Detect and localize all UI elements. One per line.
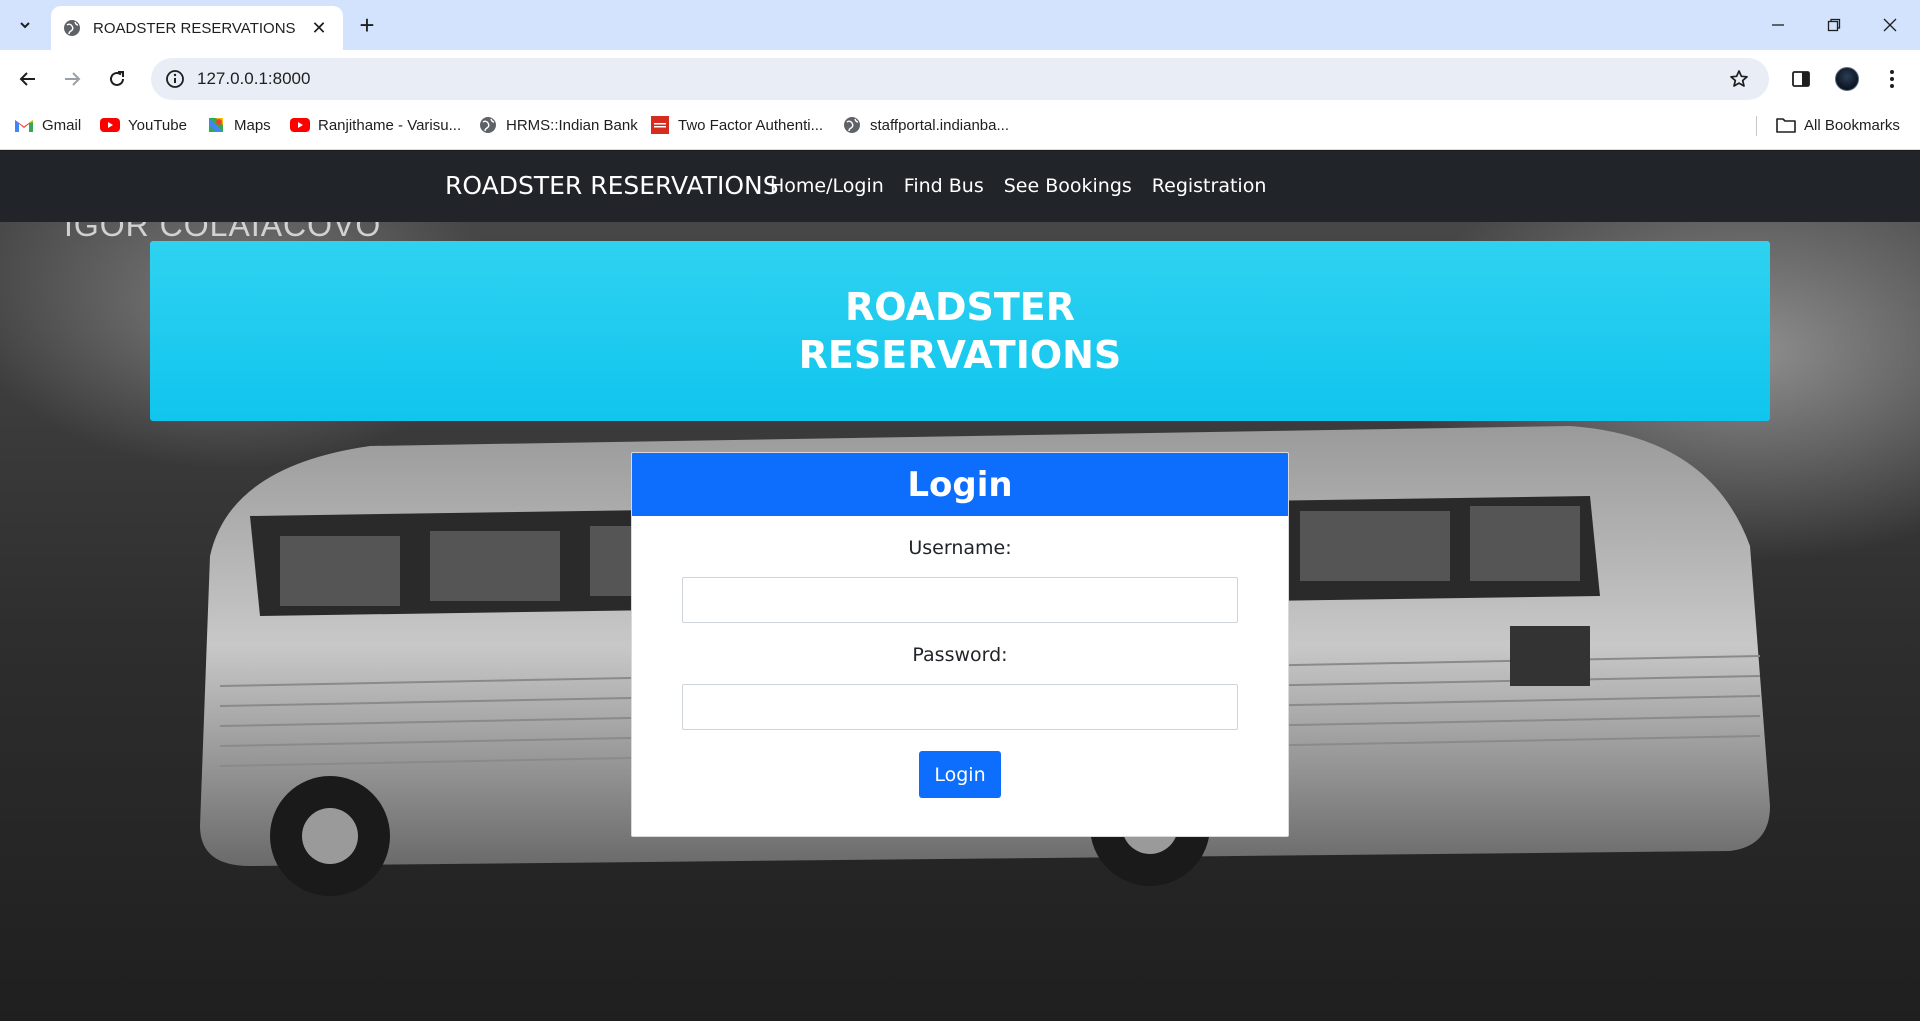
bookmark-staffportal[interactable]: staffportal.indianba... (842, 108, 1009, 142)
login-title: Login (907, 464, 1013, 505)
tab-search-button[interactable] (8, 8, 42, 42)
login-card-header: Login (632, 453, 1288, 516)
site-info-icon[interactable] (155, 58, 195, 100)
bookmark-gmail[interactable]: Gmail (14, 108, 81, 142)
red-shield-icon (650, 115, 670, 135)
site-navbar: ROADSTER RESERVATIONS Home/Login Find Bu… (0, 151, 1920, 222)
bookmark-label: staffportal.indianba... (870, 116, 1009, 134)
login-button[interactable]: Login (919, 751, 1001, 798)
back-button[interactable] (10, 61, 46, 97)
browser-tabstrip: ROADSTER RESERVATIONS ✕ + (0, 0, 1920, 50)
close-icon (1883, 18, 1897, 32)
nav-link-registration[interactable]: Registration (1152, 175, 1267, 197)
restore-button[interactable] (1806, 0, 1862, 50)
youtube-icon (290, 115, 310, 135)
bookmarks-divider (1756, 116, 1757, 136)
url-text[interactable]: 127.0.0.1:8000 (197, 69, 1719, 89)
password-label: Password: (912, 644, 1008, 666)
arrow-right-icon (65, 72, 81, 86)
arrow-left-icon (19, 72, 35, 86)
maps-icon (206, 115, 226, 135)
password-input[interactable] (682, 684, 1238, 730)
folder-icon (1776, 115, 1796, 135)
avatar-icon (1835, 67, 1859, 91)
bookmark-label: Ranjithame - Varisu... (318, 116, 462, 134)
gmail-icon (14, 115, 34, 135)
menu-button[interactable] (1874, 61, 1910, 97)
nav-link-home-login[interactable]: Home/Login (770, 175, 884, 197)
youtube-icon (100, 115, 120, 135)
bookmark-maps[interactable]: Maps (206, 108, 271, 142)
bookmark-hrms[interactable]: HRMS::Indian Bank (478, 108, 638, 142)
reload-button[interactable] (99, 61, 135, 97)
globe-icon (64, 20, 80, 36)
forward-button[interactable] (54, 61, 90, 97)
nav-link-find-bus[interactable]: Find Bus (904, 175, 984, 197)
bookmark-youtube[interactable]: YouTube (100, 108, 187, 142)
more-vert-icon (1890, 70, 1894, 88)
restore-icon (1827, 18, 1841, 32)
tab-title: ROADSTER RESERVATIONS (93, 19, 296, 37)
reload-icon (110, 71, 124, 86)
hero-title: ROADSTER RESERVATIONS (798, 285, 1122, 377)
minimize-icon (1772, 24, 1784, 26)
address-bar[interactable]: 127.0.0.1:8000 (151, 58, 1769, 100)
nav-link-see-bookings[interactable]: See Bookings (1004, 175, 1132, 197)
page-viewport: IGOR COLAIACOVO ROADSTER RESERVATIONS Ho… (0, 151, 1920, 1021)
bookmark-ranjithame[interactable]: Ranjithame - Varisu... (290, 108, 461, 142)
all-bookmarks-label: All Bookmarks (1804, 116, 1900, 134)
bookmark-label: YouTube (128, 116, 187, 134)
hero-banner: ROADSTER RESERVATIONS (150, 241, 1770, 421)
login-card: Login Username: Password: Login (631, 452, 1289, 837)
chevron-down-icon (20, 22, 30, 29)
globe-icon (478, 115, 498, 135)
bookmark-star-icon[interactable] (1719, 58, 1759, 100)
all-bookmarks-button[interactable]: All Bookmarks (1776, 108, 1900, 142)
side-panel-icon[interactable] (1783, 61, 1819, 97)
new-tab-button[interactable]: + (350, 8, 384, 42)
browser-toolbar: 127.0.0.1:8000 (0, 50, 1920, 108)
username-label: Username: (908, 537, 1012, 559)
globe-icon (842, 115, 862, 135)
profile-avatar[interactable] (1829, 61, 1865, 97)
minimize-button[interactable] (1750, 0, 1806, 50)
bookmark-label: Two Factor Authenti... (678, 116, 824, 134)
bookmarks-bar: Gmail YouTube Maps Ranjithame - Varisu..… (0, 108, 1920, 150)
username-input[interactable] (682, 577, 1238, 623)
navbar-brand[interactable]: ROADSTER RESERVATIONS (445, 171, 779, 200)
bookmark-label: Maps (234, 116, 271, 134)
bookmark-two-factor[interactable]: Two Factor Authenti... (650, 108, 823, 142)
navbar-links: Home/Login Find Bus See Bookings Registr… (770, 175, 1266, 197)
browser-tab[interactable]: ROADSTER RESERVATIONS ✕ (51, 6, 343, 50)
bookmark-label: Gmail (42, 116, 82, 134)
bookmark-label: HRMS::Indian Bank (506, 116, 638, 134)
close-tab-icon[interactable]: ✕ (307, 16, 331, 40)
close-window-button[interactable] (1862, 0, 1918, 50)
